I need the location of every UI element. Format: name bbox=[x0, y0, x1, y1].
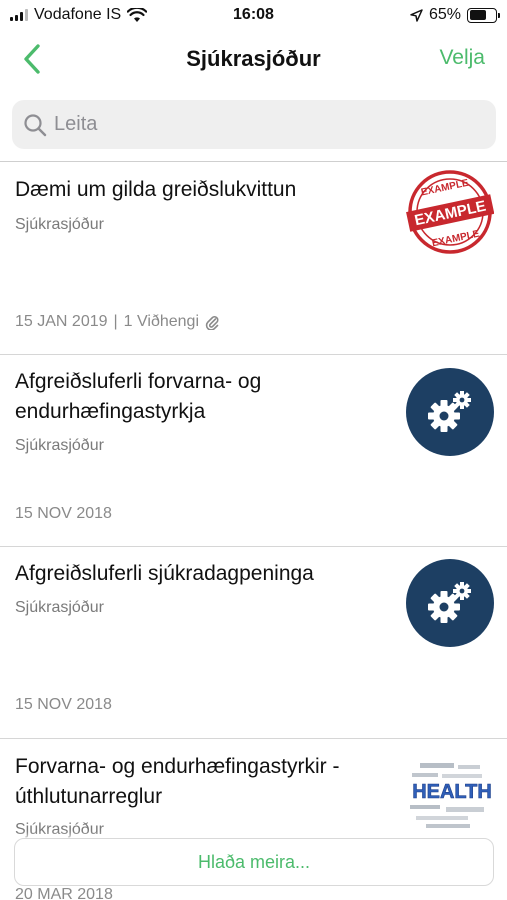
item-attachments: 1 Viðhengi bbox=[123, 313, 199, 330]
meta-separator: | bbox=[113, 313, 118, 330]
item-subtitle: Sjúkrasjóður bbox=[15, 216, 104, 233]
health-wordcloud-icon: HEALTH bbox=[406, 753, 494, 841]
gears-icon bbox=[406, 559, 494, 647]
status-right: 65% bbox=[410, 6, 500, 24]
battery-fill bbox=[469, 10, 486, 20]
navigation-bar: Sjúkrasjóður Velja bbox=[0, 32, 507, 86]
health-word: HEALTH bbox=[412, 781, 492, 803]
gears-icon bbox=[406, 368, 494, 456]
item-date: 15 NOV 2018 bbox=[15, 696, 112, 713]
location-arrow-icon bbox=[410, 8, 423, 22]
item-meta: 15 JAN 2019 | 1 Viðhengi bbox=[15, 313, 219, 331]
item-title: Afgreiðsluferli sjúkradagpeninga bbox=[15, 562, 314, 585]
search-bar[interactable] bbox=[12, 100, 496, 149]
item-meta: 20 MAR 2018 bbox=[15, 886, 113, 900]
search-icon bbox=[24, 113, 47, 136]
battery-percent: 65% bbox=[428, 6, 461, 23]
battery-icon bbox=[467, 7, 500, 23]
example-stamp-icon: EXAMPLE EXAMPLE EXAMPLE bbox=[406, 168, 495, 256]
item-subtitle: Sjúkrasjóður bbox=[15, 821, 104, 838]
load-more-button[interactable]: Hlaða meira... bbox=[14, 838, 494, 886]
item-title: Dæmi um gilda greiðslukvittun bbox=[15, 178, 297, 201]
search-input[interactable] bbox=[54, 113, 474, 136]
list-item[interactable]: Dæmi um gilda greiðslukvittun Sjúkrasjóð… bbox=[0, 162, 507, 355]
document-list: Dæmi um gilda greiðslukvittun Sjúkrasjóð… bbox=[0, 162, 507, 900]
page-title: Sjúkrasjóður bbox=[186, 46, 321, 71]
chevron-left-icon[interactable] bbox=[18, 42, 48, 76]
item-subtitle: Sjúkrasjóður bbox=[15, 437, 104, 454]
item-date: 20 MAR 2018 bbox=[15, 886, 113, 900]
item-meta: 15 NOV 2018 bbox=[15, 505, 112, 523]
item-date: 15 NOV 2018 bbox=[15, 505, 112, 522]
item-date: 15 JAN 2019 bbox=[15, 313, 108, 330]
item-title: Afgreiðsluferli forvarna- og endurhæfing… bbox=[15, 370, 262, 423]
item-subtitle: Sjúkrasjóður bbox=[15, 599, 104, 616]
paperclip-icon bbox=[205, 316, 219, 330]
status-bar: Vodafone IS 16:08 65% bbox=[0, 0, 507, 32]
stamp-main-text: EXAMPLE bbox=[413, 198, 487, 230]
item-title: Forvarna- og endurhæfingastyrkir - úthlu… bbox=[15, 755, 340, 808]
list-item[interactable]: Afgreiðsluferli forvarna- og endurhæfing… bbox=[0, 355, 507, 547]
list-item[interactable]: Afgreiðsluferli sjúkradagpeninga Sjúkras… bbox=[0, 547, 507, 739]
item-meta: 15 NOV 2018 bbox=[15, 696, 112, 714]
select-button[interactable]: Velja bbox=[439, 46, 485, 70]
